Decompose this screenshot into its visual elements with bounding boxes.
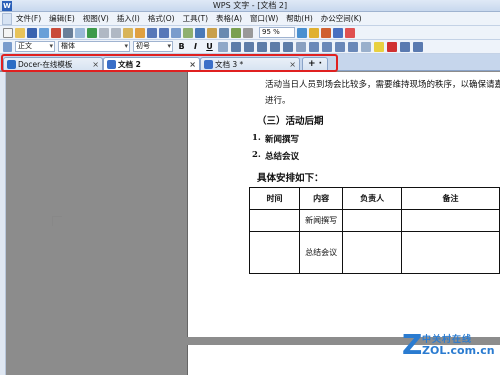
insert-chart-icon[interactable] — [207, 27, 217, 38]
table-header: 内容 — [299, 187, 344, 210]
redo-icon[interactable] — [159, 27, 169, 38]
bold-button[interactable]: B — [176, 41, 187, 52]
standard-toolbar: 95 % — [0, 26, 500, 40]
justify-icon[interactable] — [270, 41, 280, 52]
menu-tools[interactable]: 工具(T) — [179, 12, 212, 26]
table-cell[interactable] — [248, 231, 301, 274]
menu-bar: 文件(F) 编辑(E) 视图(V) 插入(I) 格式(O) 工具(T) 表格(A… — [0, 12, 500, 26]
title-bar: W WPS 文字 - [文档 2] — [0, 0, 500, 12]
list-number: 1. — [252, 133, 261, 143]
format-painter-icon[interactable] — [135, 27, 145, 38]
page-corner-mark — [52, 216, 62, 226]
table-header: 负责人 — [342, 187, 403, 210]
distribute-icon[interactable] — [283, 41, 293, 52]
char-border-icon[interactable] — [400, 41, 410, 52]
italic-button[interactable]: I — [190, 41, 201, 52]
menu-grip-icon — [2, 12, 12, 25]
cut-icon[interactable] — [99, 27, 109, 38]
open-folder-icon[interactable] — [15, 27, 25, 38]
menu-file[interactable]: 文件(F) — [12, 12, 45, 26]
menu-window[interactable]: 窗口(W) — [246, 12, 282, 26]
bullets-icon[interactable] — [322, 41, 332, 52]
show-marks-icon[interactable] — [243, 27, 253, 38]
table-cell[interactable] — [401, 209, 500, 232]
font-size-select[interactable]: 初号 — [133, 41, 173, 52]
share-icon[interactable] — [345, 27, 355, 38]
align-left-icon[interactable] — [231, 41, 241, 52]
site-watermark: Z 中关村在线 ZOL.com.cn — [400, 326, 495, 366]
print-icon[interactable] — [63, 27, 73, 38]
zoom-select[interactable]: 95 % — [259, 27, 295, 38]
list-item: 新闻撰写 — [265, 135, 300, 145]
style-select[interactable]: 正文 — [15, 41, 55, 52]
table-cell[interactable] — [342, 231, 403, 274]
new-document-icon[interactable] — [3, 27, 13, 38]
pdf-icon[interactable] — [51, 27, 61, 38]
table-row: 总结会议 — [248, 231, 500, 274]
paste-icon[interactable] — [123, 27, 133, 38]
table-cell[interactable] — [401, 231, 500, 274]
menu-office-space[interactable]: 办公空间(K) — [317, 12, 366, 26]
hyperlink-icon[interactable] — [171, 27, 181, 38]
menu-view[interactable]: 视图(V) — [79, 12, 113, 26]
mail-icon[interactable] — [333, 27, 343, 38]
watermark-line2: ZOL.com.cn — [422, 344, 495, 357]
font-color-icon[interactable] — [387, 41, 397, 52]
table-cell[interactable]: 总结会议 — [299, 231, 344, 274]
columns-icon[interactable] — [219, 27, 229, 38]
schedule-table[interactable]: 时间 内容 负责人 备注 新闻撰写 总结会议 — [248, 187, 500, 274]
format-toolbar: 正文 楷体 初号 B I U — [0, 40, 500, 54]
menu-edit[interactable]: 编辑(E) — [45, 12, 79, 26]
line-spacing-icon[interactable] — [296, 41, 306, 52]
star-icon[interactable] — [309, 27, 319, 38]
zol-logo-icon: Z — [402, 328, 423, 361]
decrease-indent-icon[interactable] — [335, 41, 345, 52]
menu-insert[interactable]: 插入(I) — [113, 12, 144, 26]
drawing-icon[interactable] — [231, 27, 241, 38]
copy-icon[interactable] — [111, 27, 121, 38]
table-header-row: 时间 内容 负责人 备注 — [248, 187, 500, 210]
tab-bar-highlight — [1, 54, 338, 72]
insert-table-icon[interactable] — [195, 27, 205, 38]
window-title: WPS 文字 - [文档 2] — [212, 1, 288, 10]
align-right-icon[interactable] — [257, 41, 267, 52]
increase-indent-icon[interactable] — [348, 41, 358, 52]
font-select[interactable]: 楷体 — [58, 41, 130, 52]
highlight-color-icon[interactable] — [374, 41, 384, 52]
save-icon[interactable] — [27, 27, 37, 38]
schedule-heading: 具体安排如下： — [257, 173, 324, 184]
underline-button[interactable]: U — [204, 41, 215, 52]
print-preview-icon[interactable] — [75, 27, 85, 38]
strikethrough-icon[interactable] — [218, 41, 228, 52]
char-shading-icon[interactable] — [413, 41, 423, 52]
help-icon[interactable] — [297, 27, 307, 38]
undo-icon[interactable] — [147, 27, 157, 38]
spellcheck-icon[interactable] — [87, 27, 97, 38]
menu-format[interactable]: 格式(O) — [144, 12, 179, 26]
vertical-ruler[interactable] — [0, 72, 6, 375]
align-center-icon[interactable] — [244, 41, 254, 52]
table-cell[interactable] — [342, 209, 403, 232]
table-header: 备注 — [401, 187, 500, 210]
section-heading: （三）活动后期 — [257, 116, 324, 127]
body-text-line: 进行。 — [265, 96, 291, 106]
email-icon[interactable] — [39, 27, 49, 38]
menu-table[interactable]: 表格(A) — [212, 12, 246, 26]
insert-image-icon[interactable] — [183, 27, 193, 38]
table-row: 新闻撰写 — [248, 209, 500, 232]
document-page[interactable]: 活动当日人员到场会比较多，需要维持现场的秩序，以确保请嘉 进行。 （三）活动后期… — [187, 72, 500, 337]
online-icon[interactable] — [321, 27, 331, 38]
menu-help[interactable]: 帮助(H) — [282, 12, 317, 26]
list-item: 总结会议 — [265, 152, 300, 162]
list-number: 2. — [252, 150, 261, 160]
styles-icon[interactable] — [3, 41, 12, 52]
table-cell[interactable]: 新闻撰写 — [299, 209, 344, 232]
body-text-line: 活动当日人员到场会比较多，需要维持现场的秩序，以确保请嘉 — [265, 80, 500, 90]
borders-icon[interactable] — [361, 41, 371, 52]
table-cell[interactable] — [248, 209, 301, 232]
table-header: 时间 — [248, 187, 301, 210]
numbering-icon[interactable] — [309, 41, 319, 52]
